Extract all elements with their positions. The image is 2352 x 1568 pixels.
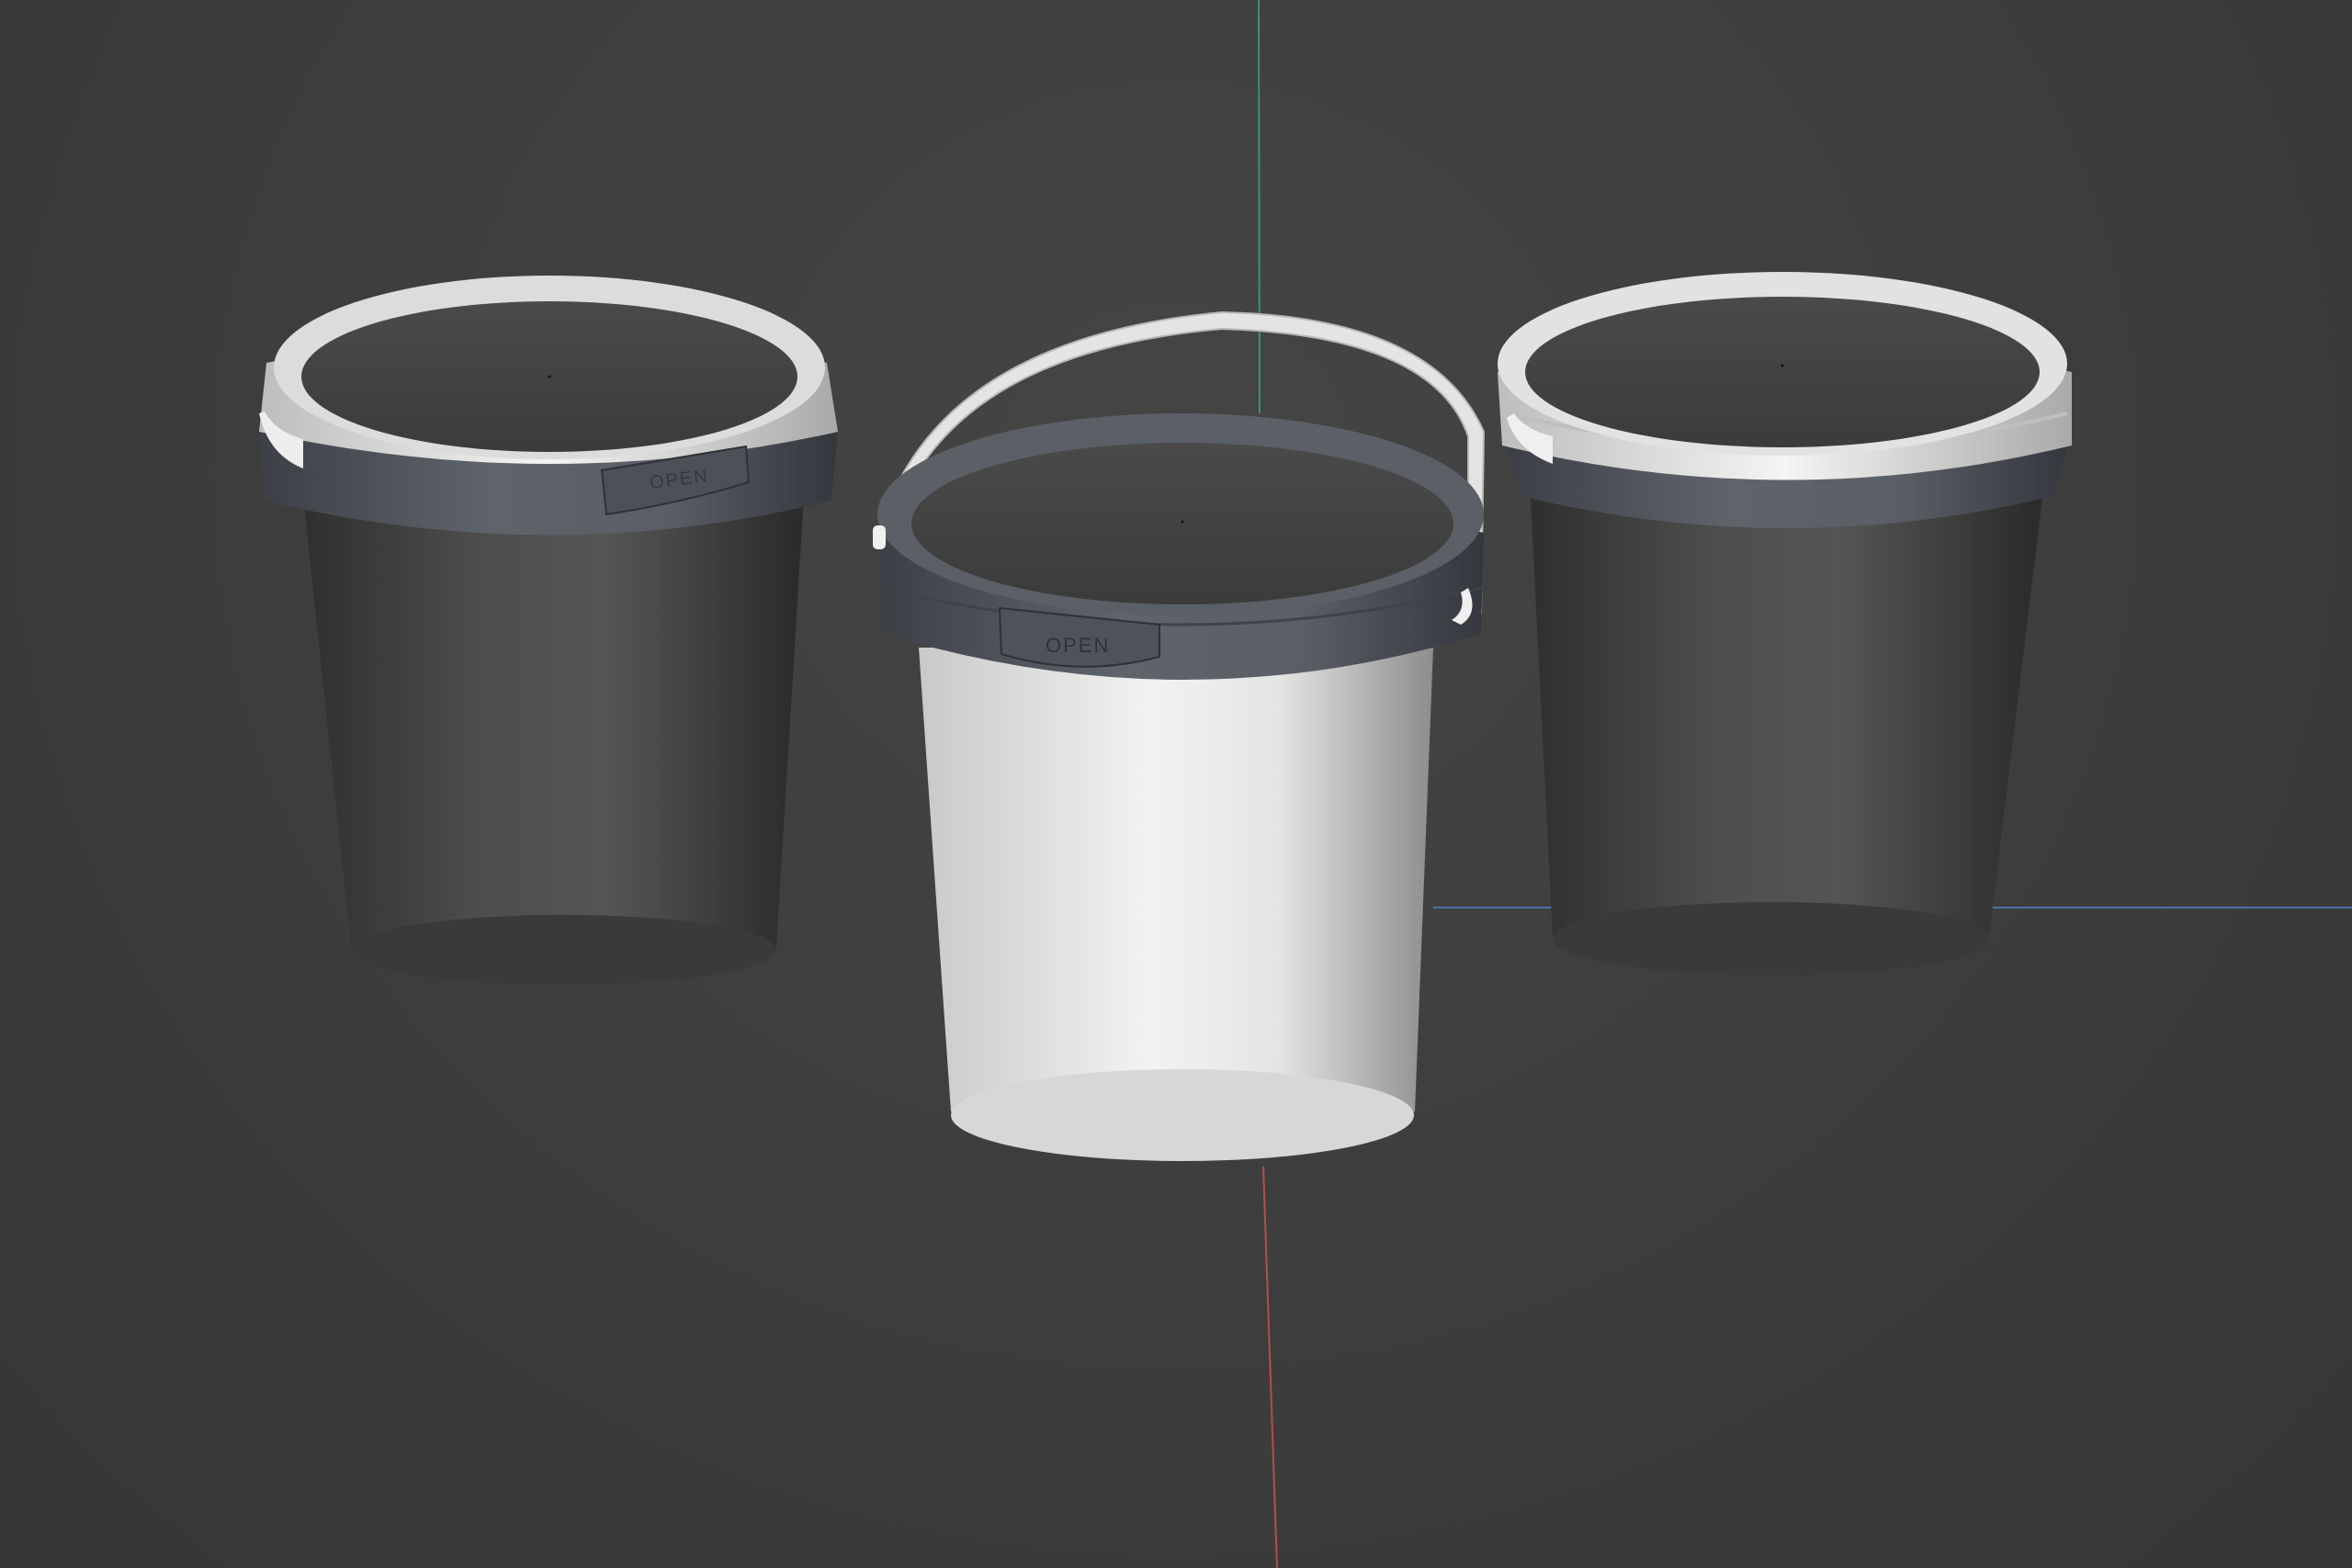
bucket-right-bottom <box>1553 902 1990 976</box>
bucket-center-handle-pivot <box>873 525 886 549</box>
y-axis-line <box>1258 0 1261 414</box>
bucket-right-body <box>1530 482 2044 967</box>
bucket-left-body <box>303 496 804 978</box>
viewport-scene[interactable]: OPEN OPEN <box>0 0 2352 1568</box>
bucket-left[interactable]: OPEN <box>259 276 838 985</box>
bucket-center-center-dot <box>1181 520 1184 524</box>
3d-viewport[interactable]: OPEN OPEN <box>0 0 2352 1568</box>
bucket-center-open-label: OPEN <box>1046 634 1110 657</box>
bucket-left-bottom <box>350 915 776 985</box>
z-axis-line <box>1262 1166 1278 1568</box>
bucket-right-center-dot <box>1781 364 1784 367</box>
bucket-left-center-dot <box>548 375 551 378</box>
bucket-center[interactable]: OPEN <box>873 310 1486 1161</box>
bucket-center-bottom <box>951 1069 1414 1161</box>
bucket-center-opening <box>911 443 1453 604</box>
bucket-right-opening <box>1525 297 2040 447</box>
bucket-right[interactable] <box>1498 272 2072 976</box>
